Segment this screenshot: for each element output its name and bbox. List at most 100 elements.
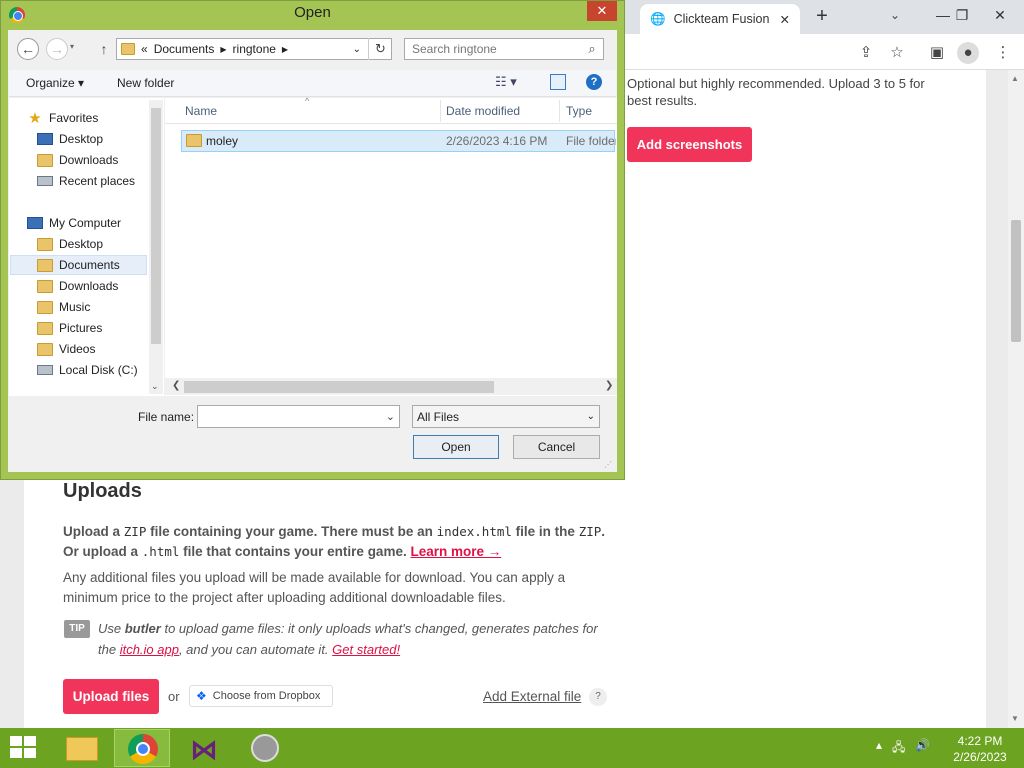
page-scrollbar-thumb[interactable]	[1011, 220, 1021, 342]
breadcrumb-arrow-icon[interactable]: ▶	[220, 45, 226, 54]
taskbar-file-explorer[interactable]	[56, 729, 110, 767]
command-bar	[9, 70, 616, 97]
browser-tab[interactable]: 🌐 Clickteam Fusion ✕	[640, 4, 800, 34]
column-divider[interactable]	[440, 100, 441, 122]
pictures-folder-icon	[37, 321, 53, 335]
open-button[interactable]: Open	[413, 435, 499, 459]
nav-pc-downloads[interactable]: Downloads	[37, 276, 118, 296]
nav-pc-pictures[interactable]: Pictures	[37, 318, 102, 338]
forward-arrow-icon[interactable]: →	[46, 38, 68, 60]
restore-button[interactable]: ❐	[947, 0, 977, 30]
scroll-right-icon[interactable]: ❯	[605, 380, 613, 391]
back-arrow-icon[interactable]: ←	[17, 38, 39, 60]
help-icon[interactable]: ?	[586, 74, 602, 90]
taskbar-clickteam[interactable]	[238, 729, 292, 767]
start-button[interactable]	[10, 736, 38, 760]
documents-folder-icon	[37, 258, 53, 272]
chevron-down-icon[interactable]: ⌄	[386, 410, 395, 423]
scroll-down-arrow-icon[interactable]: ▼	[1011, 714, 1019, 723]
file-name-label: File name:	[138, 410, 195, 424]
volume-icon[interactable]: 🔊	[915, 738, 930, 759]
file-row[interactable]	[181, 130, 615, 152]
address-bar[interactable]: « Documents ▶ ringtone ▶ ⌄	[116, 38, 392, 60]
breadcrumb-overflow[interactable]: «	[141, 42, 148, 56]
nav-fav-desktop[interactable]: Desktop	[37, 129, 103, 149]
side-panel-icon[interactable]: ▣	[926, 42, 948, 64]
folder-icon	[186, 134, 202, 147]
nav-pc-music[interactable]: Music	[37, 297, 90, 317]
organize-menu[interactable]: Organize ▾	[26, 76, 84, 90]
file-list-hscrollbar-thumb[interactable]	[184, 381, 494, 393]
menu-kebab-icon[interactable]: ⋮	[992, 42, 1014, 64]
star-icon: ★	[28, 110, 42, 127]
column-type[interactable]: Type	[566, 104, 592, 118]
nav-scrollbar-thumb[interactable]	[151, 108, 161, 344]
videos-folder-icon	[37, 342, 53, 356]
nav-fav-downloads[interactable]: Downloads	[37, 150, 118, 170]
get-started-link[interactable]: Get started!	[332, 642, 400, 657]
change-view-icon[interactable]: ☷ ▾	[495, 74, 517, 90]
page-scrollbar[interactable]	[1008, 70, 1024, 728]
file-type-filter[interactable]: All Files ⌄	[412, 405, 600, 428]
up-arrow-icon[interactable]: ↑	[96, 38, 112, 60]
upload-files-button[interactable]: Upload files	[63, 679, 159, 714]
tab-close-icon[interactable]: ✕	[780, 12, 790, 27]
file-name-input[interactable]: ⌄	[197, 405, 400, 428]
preview-pane-icon[interactable]	[550, 74, 566, 90]
dialog-close-button[interactable]: ✕	[587, 1, 617, 21]
taskbar-visual-studio[interactable]: ⋈	[178, 729, 232, 767]
nav-my-computer[interactable]: My Computer	[27, 213, 121, 233]
network-icon[interactable]: 🖧	[892, 738, 905, 759]
nav-favorites[interactable]: ★ Favorites	[27, 108, 98, 128]
screenshots-description: Optional but highly recommended. Upload …	[627, 76, 925, 108]
column-name[interactable]: Name	[185, 104, 217, 118]
clock[interactable]: 4:22 PM 2/26/2023	[950, 733, 1010, 765]
music-folder-icon	[37, 300, 53, 314]
nav-fav-recent[interactable]: Recent places	[37, 171, 135, 191]
profile-avatar-icon[interactable]: ●	[957, 42, 979, 64]
search-icon[interactable]: ⌕	[584, 39, 600, 59]
clock-time: 4:22 PM	[957, 734, 1003, 748]
itch-app-link[interactable]: itch.io app	[120, 642, 179, 657]
column-divider[interactable]	[559, 100, 560, 122]
breadcrumb-arrow-icon[interactable]: ▶	[282, 45, 288, 54]
recent-locations-icon[interactable]: ▾	[70, 42, 74, 51]
dialog-title: Open	[294, 4, 331, 21]
nav-pc-videos[interactable]: Videos	[37, 339, 95, 359]
nav-pc-desktop[interactable]: Desktop	[37, 234, 103, 254]
add-external-file-link[interactable]: Add External file	[483, 689, 581, 704]
new-tab-button[interactable]: +	[810, 6, 834, 28]
learn-more-link[interactable]: Learn more →	[410, 544, 501, 559]
sort-ascending-icon: ^	[305, 96, 310, 106]
column-header-row	[165, 98, 617, 124]
new-folder-button[interactable]: New folder	[117, 76, 174, 90]
nav-scroll-down-icon[interactable]: ⌄	[151, 381, 159, 392]
nav-pc-local-disk[interactable]: Local Disk (C:)	[37, 360, 138, 380]
address-dropdown-icon[interactable]: ⌄	[353, 44, 361, 55]
breadcrumb-ringtone[interactable]: ringtone	[233, 42, 276, 56]
search-input[interactable]: Search ringtone	[404, 38, 604, 60]
nav-pc-documents[interactable]: Documents	[37, 255, 120, 275]
cancel-button[interactable]: Cancel	[513, 435, 600, 459]
add-screenshots-button[interactable]: Add screenshots	[627, 127, 752, 162]
windows-logo-icon	[24, 736, 36, 746]
dropbox-button[interactable]: ❖ Choose from Dropbox	[189, 685, 333, 707]
disk-icon	[37, 365, 53, 375]
share-icon[interactable]: ⇪	[855, 42, 877, 64]
window-close-button[interactable]: ✕	[985, 0, 1015, 30]
help-icon[interactable]: ?	[589, 688, 607, 706]
bookmark-star-icon[interactable]: ☆	[886, 42, 908, 64]
globe-icon: 🌐	[650, 11, 666, 26]
refresh-icon[interactable]: ↻	[368, 38, 392, 60]
folder-icon	[37, 237, 53, 251]
breadcrumb-documents[interactable]: Documents	[154, 42, 215, 56]
tab-search-icon[interactable]: ⌄	[890, 8, 900, 22]
taskbar-chrome[interactable]	[114, 729, 170, 767]
resize-grip-icon[interactable]: ⋰	[604, 460, 612, 469]
clickteam-fusion-icon	[251, 734, 279, 762]
scroll-up-arrow-icon[interactable]: ▲	[1011, 74, 1019, 83]
scroll-left-icon[interactable]: ❮	[172, 380, 180, 391]
tray-expand-icon[interactable]: ▴	[876, 738, 882, 759]
column-date-modified[interactable]: Date modified	[446, 104, 520, 118]
chevron-down-icon: ⌄	[586, 411, 595, 422]
